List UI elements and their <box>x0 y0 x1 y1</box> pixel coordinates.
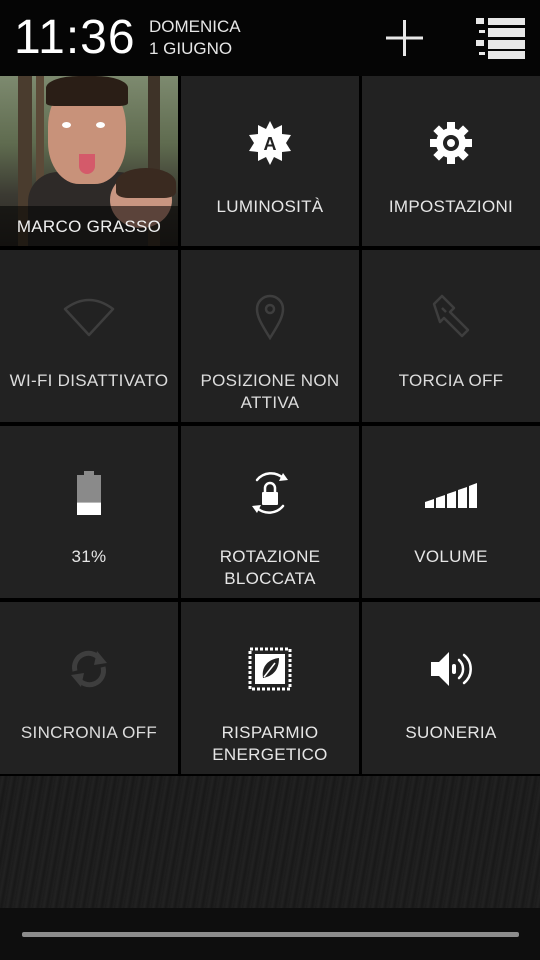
sync-icon <box>0 644 178 694</box>
status-header: 11:36 DOMENICA 1 GIUGNO <box>0 0 540 76</box>
tile-wifi[interactable]: WI-FI DISATTIVATO <box>0 250 178 422</box>
tile-label: RISPARMIO ENERGETICO <box>212 723 328 764</box>
tile-volume[interactable]: VOLUME <box>362 426 540 598</box>
settings-list-icon[interactable] <box>476 18 526 59</box>
tile-label: TORCIA OFF <box>398 371 504 390</box>
tile-label: LUMINOSITÀ <box>216 197 324 216</box>
gear-icon <box>362 118 540 168</box>
tile-label: VOLUME <box>414 547 488 566</box>
tile-location[interactable]: POSIZIONE NON ATTIVA <box>181 250 359 422</box>
wifi-icon <box>0 292 178 342</box>
tile-label: ROTAZIONE BLOCCATA <box>219 547 321 588</box>
clock: 11:36 <box>14 11 136 64</box>
brightness-auto-icon: A <box>181 118 359 168</box>
rotation-lock-icon <box>181 468 359 518</box>
tile-flashlight[interactable]: TORCIA OFF <box>362 250 540 422</box>
day-name: DOMENICA <box>149 17 241 36</box>
tile-ringer[interactable]: SUONERIA <box>362 602 540 774</box>
ringer-speaker-icon <box>362 644 540 694</box>
tile-label: MARCO GRASSO <box>16 217 162 236</box>
flashlight-icon <box>362 292 540 342</box>
tile-label: SINCRONIA OFF <box>20 723 158 742</box>
wallpaper-area <box>0 776 540 908</box>
tile-power-saver[interactable]: RISPARMIO ENERGETICO <box>181 602 359 774</box>
tile-settings[interactable]: IMPOSTAZIONI <box>362 76 540 246</box>
tile-user-profile[interactable]: MARCO GRASSO <box>0 76 178 246</box>
tile-label: POSIZIONE NON ATTIVA <box>200 371 340 412</box>
volume-bars-icon <box>362 468 540 518</box>
power-saver-chip-icon <box>181 644 359 694</box>
tile-label: IMPOSTAZIONI <box>388 197 514 216</box>
tile-label: 31% <box>71 547 107 566</box>
tile-label: WI-FI DISATTIVATO <box>9 371 169 390</box>
svg-text:A: A <box>264 134 277 154</box>
battery-icon <box>0 468 178 518</box>
panel-drag-handle[interactable] <box>22 932 519 937</box>
tile-sync[interactable]: SINCRONIA OFF <box>0 602 178 774</box>
tile-battery[interactable]: 31% <box>0 426 178 598</box>
tile-brightness[interactable]: A LUMINOSITÀ <box>181 76 359 246</box>
date-display: DOMENICA 1 GIUGNO <box>149 16 241 60</box>
location-pin-icon <box>181 292 359 342</box>
quick-settings-grid: MARCO GRASSO A LUMINOSITÀ IMPOSTAZIONI W… <box>0 76 540 776</box>
tile-rotation-lock[interactable]: ROTAZIONE BLOCCATA <box>181 426 359 598</box>
date-text: 1 GIUGNO <box>149 39 233 58</box>
tile-label: SUONERIA <box>405 723 497 742</box>
plus-icon[interactable] <box>383 18 427 58</box>
